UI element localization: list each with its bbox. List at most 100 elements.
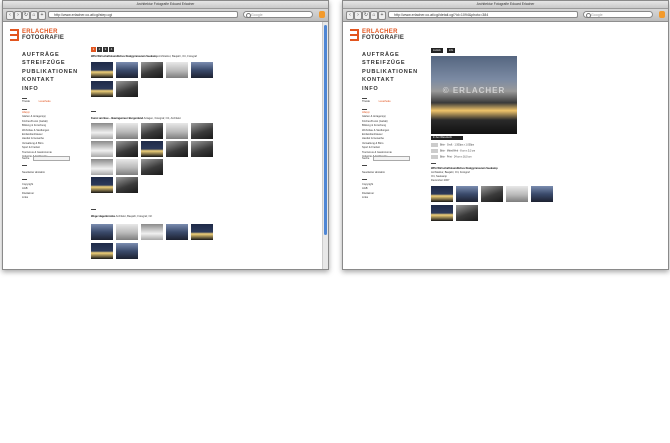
nav-kontakt[interactable]: KONTAKT xyxy=(362,76,418,84)
forward-button[interactable]: › xyxy=(354,11,362,20)
erlacher-logo-icon[interactable] xyxy=(10,29,19,41)
filter-link-second[interactable]: Lesetheke xyxy=(39,100,51,103)
divider xyxy=(362,98,367,99)
page-button[interactable]: 2 xyxy=(97,47,102,52)
detail-title: WiSi Wirtschaftskundliches Realgymnasium… xyxy=(431,167,498,170)
search-field[interactable]: Google xyxy=(243,11,313,18)
project-thumbnail[interactable] xyxy=(116,177,138,193)
project-caption[interactable]: Wege Hagenbrücke Architekt, Baujahr, Fot… xyxy=(91,215,152,218)
project-thumbnail[interactable] xyxy=(141,62,163,78)
size-option[interactable]: Bitte · Mittel/Web · 8 cm x 5,3 cm xyxy=(431,149,475,153)
project-thumbnail[interactable] xyxy=(141,224,163,240)
page-content: ERLACHER FOTOGRAFIE AUFTRÄGE STREIFZÜGE … xyxy=(343,22,668,269)
reload-button[interactable]: ↻ xyxy=(22,11,30,20)
project-meta: Anlagen, Fotograf, Ort, Architekt xyxy=(143,117,181,120)
nav-kontakt[interactable]: KONTAKT xyxy=(22,76,78,84)
project-thumbnail[interactable] xyxy=(116,243,138,259)
divider xyxy=(22,165,27,166)
nav-info[interactable]: INFO xyxy=(22,85,78,93)
project-thumbnail[interactable] xyxy=(191,141,213,157)
project-thumbnail[interactable] xyxy=(91,123,113,139)
project-thumbnail[interactable] xyxy=(166,141,188,157)
main-photo[interactable]: © ERLACHER xyxy=(431,56,517,134)
project-thumbnail[interactable] xyxy=(116,141,138,157)
project-caption[interactable]: Kunst am Bau – Bauingenieur Burgenland A… xyxy=(91,117,181,120)
project-thumbnail[interactable] xyxy=(141,159,163,175)
erlacher-logo-icon[interactable] xyxy=(350,29,359,41)
project-thumbnail[interactable] xyxy=(166,62,188,78)
project-thumbnail[interactable] xyxy=(481,186,503,202)
project-thumbnail[interactable] xyxy=(141,123,163,139)
back-button[interactable]: ‹ xyxy=(346,11,354,20)
project-thumbnail[interactable] xyxy=(191,123,213,139)
newsletter-link[interactable]: Newsletter abo/abm xyxy=(362,171,385,175)
page-button[interactable]: 3 xyxy=(103,47,108,52)
project-thumbnail[interactable] xyxy=(91,243,113,259)
search-field[interactable]: Google xyxy=(583,11,653,18)
nav-auftraege[interactable]: AUFTRÄGE xyxy=(22,51,78,59)
project-thumbnail[interactable] xyxy=(116,123,138,139)
home-button[interactable]: ⌂ xyxy=(370,11,378,20)
nav-streifzuege[interactable]: STREIFZÜGE xyxy=(362,59,418,67)
nav-info[interactable]: INFO xyxy=(362,85,418,93)
project-thumbnail[interactable] xyxy=(141,141,163,157)
project-thumbnail[interactable] xyxy=(116,159,138,175)
site-search-input[interactable] xyxy=(33,156,70,161)
project-thumbnail[interactable] xyxy=(91,81,113,97)
info-button[interactable]: info xyxy=(447,48,456,53)
rss-icon[interactable] xyxy=(319,11,325,18)
site-logo[interactable]: ERLACHER FOTOGRAFIE xyxy=(362,29,404,41)
project-thumbnail[interactable] xyxy=(91,159,113,175)
project-thumbnail[interactable] xyxy=(91,141,113,157)
size-option[interactable]: Bitte · Groß · 1.500px x 1.000px xyxy=(431,143,474,147)
project-thumbnail[interactable] xyxy=(166,224,188,240)
forward-button[interactable]: › xyxy=(14,11,22,20)
add-bookmark-button[interactable]: + xyxy=(378,11,386,20)
cart-header[interactable]: In den Warenkorb xyxy=(431,136,463,140)
project-thumbnail[interactable] xyxy=(91,177,113,193)
page-button[interactable]: 4 xyxy=(109,47,114,52)
project-thumbnail[interactable] xyxy=(531,186,553,202)
project-caption[interactable]: WiSi Wirtschaftskundliches Realgymnasium… xyxy=(91,55,197,58)
filter-link-first[interactable]: Theide xyxy=(362,100,370,103)
project-thumbnail[interactable] xyxy=(116,81,138,97)
add-bookmark-button[interactable]: + xyxy=(38,11,46,20)
scrollbar-thumb[interactable] xyxy=(324,25,327,235)
project-thumbnail[interactable] xyxy=(431,186,453,202)
home-button[interactable]: ⌂ xyxy=(30,11,38,20)
nav-publikationen[interactable]: PUBLIKATIONEN xyxy=(22,68,78,76)
project-thumbnail[interactable] xyxy=(456,186,478,202)
nav-auftraege[interactable]: AUFTRÄGE xyxy=(362,51,418,59)
project-thumbnail[interactable] xyxy=(91,62,113,78)
back-button[interactable]: ‹ xyxy=(6,11,14,20)
project-thumbnail[interactable] xyxy=(456,205,478,221)
back-to-list-button[interactable]: zurück xyxy=(431,48,443,53)
project-thumbnail[interactable] xyxy=(116,224,138,240)
project-thumbnail[interactable] xyxy=(191,224,213,240)
rss-icon[interactable] xyxy=(659,11,665,18)
nav-publikationen[interactable]: PUBLIKATIONEN xyxy=(362,68,418,76)
project-thumbnail[interactable] xyxy=(191,62,213,78)
filter-link-first[interactable]: Theide xyxy=(22,100,30,103)
project-thumbnail[interactable] xyxy=(166,123,188,139)
newsletter-link[interactable]: Newsletter abo/abm xyxy=(22,171,45,175)
reload-button[interactable]: ↻ xyxy=(362,11,370,20)
size-option[interactable]: Bitte · Print · 24 cm x 16,0 cm xyxy=(431,155,472,159)
project-thumbnail[interactable] xyxy=(506,186,528,202)
photo-watermark: © ERLACHER xyxy=(442,86,506,95)
site-logo[interactable]: ERLACHER FOTOGRAFIE xyxy=(22,29,64,41)
address-bar[interactable]: http://www.erlacher.co.at/cgi/step.cgi xyxy=(48,11,238,18)
footer-link-links[interactable]: Links xyxy=(22,196,34,200)
address-bar[interactable]: http://www.erlacher.co.at/cgi/detail.cgi… xyxy=(388,11,578,18)
nav-streifzuege[interactable]: STREIFZÜGE xyxy=(22,59,78,67)
project-thumbnail[interactable] xyxy=(431,205,453,221)
project-thumbnail[interactable] xyxy=(91,224,113,240)
project-title: Wege Hagenbrücke xyxy=(91,215,116,218)
project-thumbnail[interactable] xyxy=(116,62,138,78)
site-search-input[interactable] xyxy=(373,156,410,161)
logo-line2: FOTOGRAFIE xyxy=(22,35,65,41)
page-button[interactable]: 1 xyxy=(91,47,96,52)
filter-link-second[interactable]: Lesetheke xyxy=(379,100,391,103)
footer-link-links[interactable]: Links xyxy=(362,196,374,200)
divider xyxy=(362,165,367,166)
